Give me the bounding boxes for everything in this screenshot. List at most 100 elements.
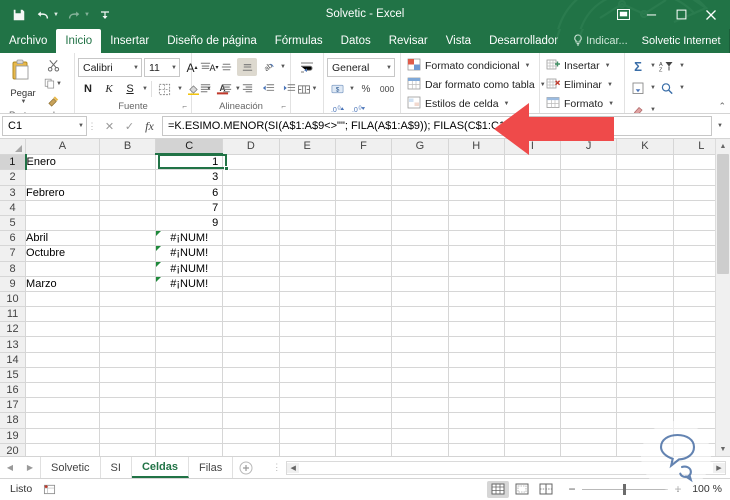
hscroll-right-icon[interactable]: ▶	[713, 462, 725, 473]
cell-D9[interactable]	[222, 276, 280, 292]
cell-I12[interactable]	[504, 321, 562, 338]
cell-K10[interactable]	[616, 291, 674, 308]
scroll-down-icon[interactable]: ▼	[716, 442, 730, 456]
cell-J12[interactable]	[560, 321, 618, 338]
cell-A8[interactable]	[25, 261, 100, 277]
cell-B15[interactable]	[99, 367, 157, 384]
cell-F6[interactable]	[335, 230, 393, 247]
clipboard-dialog-launcher[interactable]: ⌐	[65, 110, 70, 113]
row-header-16[interactable]: 16	[0, 382, 27, 399]
cell-G19[interactable]	[391, 428, 449, 444]
cell-A3[interactable]: Febrero	[25, 185, 100, 201]
cell-B20[interactable]	[99, 443, 157, 456]
orientation-dropdown-icon[interactable]: ▼	[280, 64, 286, 70]
cell-F1[interactable]	[335, 154, 393, 171]
cell-F9[interactable]	[335, 276, 393, 292]
cell-E10[interactable]	[279, 291, 336, 308]
cell-A13[interactable]	[25, 336, 100, 353]
cell-A9[interactable]: Marzo	[25, 276, 100, 292]
cell-I9[interactable]	[504, 276, 562, 292]
align-top-button[interactable]	[195, 58, 215, 76]
cell-G13[interactable]	[391, 336, 449, 353]
cell-F16[interactable]	[335, 382, 393, 399]
cell-C9[interactable]: #¡NUM!	[155, 276, 224, 292]
zoom-level-label[interactable]: 100 %	[688, 483, 726, 495]
formula-bar-grip[interactable]: ⋮	[87, 121, 97, 132]
cell-F14[interactable]	[335, 352, 393, 368]
cell-D3[interactable]	[222, 185, 280, 201]
cell-A2[interactable]	[25, 169, 100, 186]
record-macro-icon[interactable]	[42, 483, 56, 495]
align-left-button[interactable]	[195, 79, 215, 97]
cell-B9[interactable]	[99, 276, 157, 292]
cell-K6[interactable]	[616, 230, 674, 247]
cell-D2[interactable]	[222, 169, 280, 186]
cell-H19[interactable]	[448, 428, 505, 444]
cell-K7[interactable]	[616, 245, 674, 262]
minimize-icon[interactable]	[636, 2, 666, 28]
cell-C11[interactable]	[155, 306, 224, 323]
cell-K15[interactable]	[616, 367, 674, 384]
cell-A14[interactable]	[25, 352, 100, 368]
cell-D7[interactable]	[222, 245, 280, 262]
column-header-A[interactable]: A	[25, 139, 100, 155]
cell-K5[interactable]	[616, 215, 674, 232]
cell-F15[interactable]	[335, 367, 393, 384]
cell-C17[interactable]	[155, 397, 224, 414]
cell-K12[interactable]	[616, 321, 674, 338]
cell-B4[interactable]	[99, 200, 157, 216]
font-size-combo[interactable]: 11 ▼	[144, 58, 180, 77]
cell-B19[interactable]	[99, 428, 157, 444]
cell-K9[interactable]	[616, 276, 674, 292]
align-right-button[interactable]	[237, 79, 257, 97]
row-header-1[interactable]: 1	[0, 154, 27, 171]
undo-icon[interactable]	[32, 4, 54, 26]
cell-J15[interactable]	[560, 367, 618, 384]
cell-F13[interactable]	[335, 336, 393, 353]
cell-D4[interactable]	[222, 200, 280, 216]
cell-B8[interactable]	[99, 261, 157, 277]
cell-I17[interactable]	[504, 397, 562, 414]
insert-function-icon[interactable]: fx	[140, 117, 159, 135]
row-header-5[interactable]: 5	[0, 215, 27, 232]
cell-H10[interactable]	[448, 291, 505, 308]
cell-J18[interactable]	[560, 412, 618, 429]
cell-styles-button[interactable]: Estilos de celda ▼	[404, 95, 549, 113]
formula-input[interactable]: =K.ESIMO.MENOR(SI(A$1:A$9<>""; FILA(A$1:…	[162, 116, 712, 136]
horizontal-scrollbar[interactable]: ◀ ▶	[286, 460, 726, 475]
column-header-E[interactable]: E	[279, 139, 336, 155]
cell-H15[interactable]	[448, 367, 505, 384]
italic-button[interactable]: K	[99, 80, 119, 98]
cell-F4[interactable]	[335, 200, 393, 216]
autosum-button[interactable]: Σ	[628, 57, 648, 75]
row-header-13[interactable]: 13	[0, 336, 27, 353]
cell-J20[interactable]	[560, 443, 618, 456]
sheet-tab-celdas[interactable]: Celdas	[131, 457, 190, 478]
cell-B16[interactable]	[99, 382, 157, 399]
cell-K17[interactable]	[616, 397, 674, 414]
zoom-slider-thumb[interactable]	[623, 483, 626, 495]
cell-E8[interactable]	[279, 261, 336, 277]
cell-G14[interactable]	[391, 352, 449, 368]
copy-dropdown-icon[interactable]: ▼	[56, 81, 62, 87]
find-select-button[interactable]	[657, 79, 677, 97]
cell-E12[interactable]	[279, 321, 336, 338]
cell-E16[interactable]	[279, 382, 336, 399]
cell-C19[interactable]	[155, 428, 224, 444]
cell-G17[interactable]	[391, 397, 449, 414]
cell-H7[interactable]	[448, 245, 505, 262]
cell-B17[interactable]	[99, 397, 157, 414]
accounting-format-button[interactable]: $	[327, 80, 347, 98]
cell-E20[interactable]	[279, 443, 336, 456]
cell-E5[interactable]	[279, 215, 336, 232]
cell-C20[interactable]	[155, 443, 224, 456]
cell-I6[interactable]	[504, 230, 562, 247]
sort-filter-dropdown-icon[interactable]: ▼	[679, 63, 685, 69]
cell-E7[interactable]	[279, 245, 336, 262]
cell-I4[interactable]	[504, 200, 562, 216]
cell-J4[interactable]	[560, 200, 618, 216]
cell-E17[interactable]	[279, 397, 336, 414]
row-header-12[interactable]: 12	[0, 321, 27, 338]
accounting-dropdown-icon[interactable]: ▼	[349, 86, 355, 92]
hscroll-left-icon[interactable]: ◀	[287, 462, 300, 473]
